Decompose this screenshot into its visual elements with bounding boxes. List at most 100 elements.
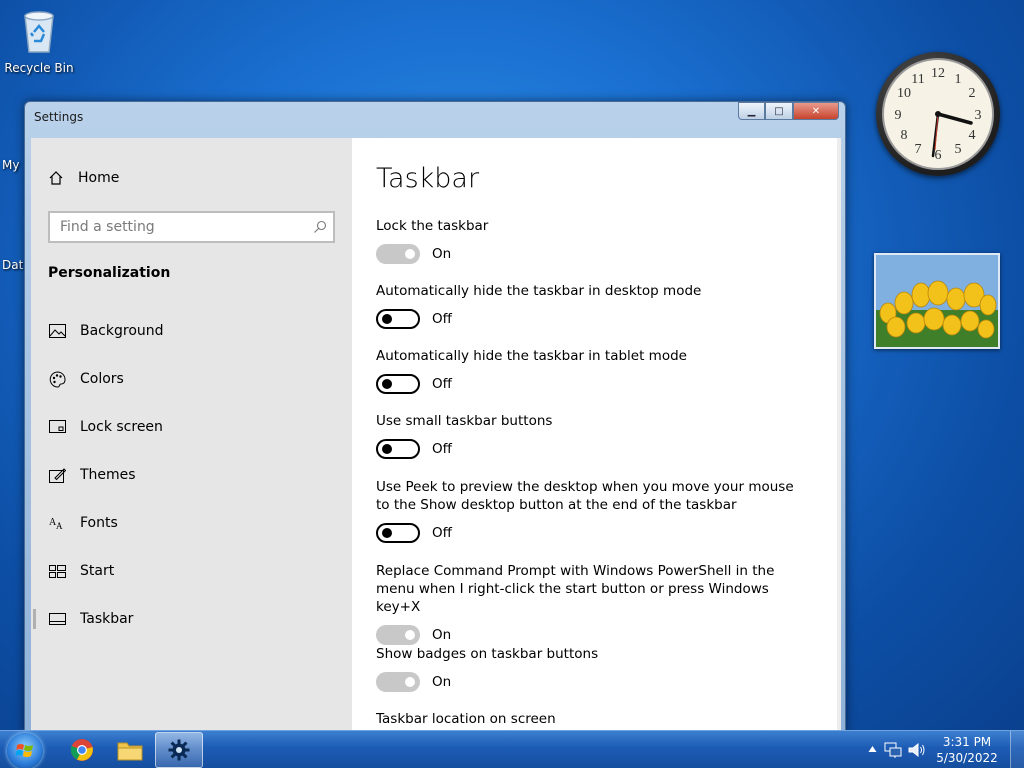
small-buttons-toggle[interactable]	[376, 439, 420, 459]
setting-powershell: Replace Command Prompt with Windows Powe…	[376, 562, 806, 645]
toggle-state: On	[432, 674, 452, 690]
powershell-toggle[interactable]	[376, 625, 420, 645]
show-hidden-icons-icon[interactable]	[868, 745, 877, 753]
palette-icon	[48, 370, 66, 388]
nav-item-label: Taskbar	[80, 611, 134, 627]
page-title: Taskbar	[376, 163, 480, 194]
setting-label: Show badges on taskbar buttons	[376, 646, 599, 662]
nav-item-label: Colors	[80, 371, 124, 387]
taskbar-chrome-button[interactable]	[58, 732, 106, 768]
fonts-icon: AA	[48, 514, 66, 532]
setting-label: Use small taskbar buttons	[376, 413, 553, 429]
setting-taskbar-location: Taskbar location on screen	[376, 710, 816, 728]
nav-item-fonts[interactable]: AA Fonts	[31, 503, 352, 543]
setting-label: Automatically hide the taskbar in tablet…	[376, 348, 687, 364]
scrollbar[interactable]	[837, 138, 841, 734]
nav-home-label: Home	[78, 170, 120, 186]
nav-item-start[interactable]: Start	[31, 551, 352, 591]
lock-screen-icon	[48, 418, 66, 436]
peek-toggle[interactable]	[376, 523, 420, 543]
network-icon[interactable]	[884, 741, 902, 759]
setting-label: Taskbar location on screen	[376, 711, 556, 727]
slideshow-gadget[interactable]	[874, 253, 1000, 349]
nav-item-label: Start	[80, 563, 115, 579]
gear-icon	[168, 739, 190, 761]
toggle-state: Off	[432, 525, 452, 541]
badges-toggle[interactable]	[376, 672, 420, 692]
clock-numeral: 5	[955, 142, 962, 157]
chrome-icon	[70, 739, 93, 761]
setting-peek: Use Peek to preview the desktop when you…	[376, 478, 806, 543]
tray-date: 5/30/2022	[936, 751, 998, 765]
window-title: Settings	[34, 110, 84, 124]
clock-display[interactable]: 3:31 PM 5/30/2022	[932, 734, 1002, 766]
show-desktop-button[interactable]	[1010, 731, 1024, 768]
close-button[interactable]: ✕	[793, 102, 839, 120]
lock-taskbar-toggle[interactable]	[376, 244, 420, 264]
themes-icon	[48, 466, 66, 484]
toggle-state: On	[432, 627, 452, 643]
nav-section-title: Personalization	[48, 265, 171, 281]
taskbar: 3:31 PM 5/30/2022	[0, 730, 1024, 768]
setting-label: Use Peek to preview the desktop when you…	[376, 479, 794, 513]
minimize-button[interactable]: ▁	[738, 102, 765, 120]
recycle-bin-icon	[2, 8, 76, 57]
clock-numeral: 9	[895, 108, 902, 123]
clock-numeral: 7	[915, 142, 922, 157]
nav-item-taskbar[interactable]: Taskbar	[31, 599, 352, 639]
autohide-tablet-toggle[interactable]	[376, 374, 420, 394]
nav-item-label: Fonts	[80, 515, 118, 531]
folder-icon	[117, 742, 143, 761]
maximize-button[interactable]: □	[765, 102, 793, 120]
toggle-state: Off	[432, 311, 452, 327]
clock-gadget[interactable]: 12 1 2 3 4 5 6 7 8 9 10 11	[876, 52, 1000, 176]
recycle-bin-label: Recycle Bin	[4, 61, 74, 75]
clock-numeral: 6	[935, 148, 942, 163]
recycle-bin-desktop-icon[interactable]: Recycle Bin	[2, 8, 76, 75]
nav-home[interactable]: Home	[48, 170, 119, 186]
clock-numeral: 4	[969, 128, 976, 143]
tray-time: 3:31 PM	[942, 735, 992, 749]
setting-label: Replace Command Prompt with Windows Powe…	[376, 563, 775, 615]
setting-badges: Show badges on taskbar buttons On	[376, 645, 816, 692]
clock-numeral: 1	[955, 72, 962, 87]
toggle-state: Off	[432, 376, 452, 392]
clock-numeral: 10	[897, 86, 911, 101]
search-box[interactable]	[48, 211, 335, 243]
autohide-desktop-toggle[interactable]	[376, 309, 420, 329]
setting-label: Automatically hide the taskbar in deskto…	[376, 283, 702, 299]
desktop-partial-label-my[interactable]: My	[2, 158, 19, 172]
system-tray: 3:31 PM 5/30/2022	[864, 731, 1024, 768]
tulips-photo-icon	[876, 255, 998, 347]
settings-nav-pane: Home Personalization Background	[31, 138, 352, 734]
windows-logo-icon	[15, 744, 33, 757]
nav-item-background[interactable]: Background	[31, 311, 352, 351]
toggle-state: Off	[432, 441, 452, 457]
search-icon	[314, 220, 327, 233]
setting-autohide-desktop: Automatically hide the taskbar in deskto…	[376, 282, 816, 329]
volume-icon[interactable]	[908, 741, 926, 759]
taskbar-explorer-button[interactable]	[106, 732, 154, 768]
toggle-state: On	[432, 246, 452, 262]
taskbar-settings-button[interactable]	[155, 732, 203, 768]
nav-item-lock-screen[interactable]: Lock screen	[31, 407, 352, 447]
nav-item-themes[interactable]: Themes	[31, 455, 352, 495]
setting-small-buttons: Use small taskbar buttons Off	[376, 412, 816, 459]
settings-client-area: Home Personalization Background	[31, 138, 841, 734]
desktop-partial-label-dat[interactable]: Dat	[2, 258, 23, 272]
clock-numeral: 2	[969, 86, 976, 101]
clock-face-icon: 12 1 2 3 4 5 6 7 8 9 10 11	[882, 58, 994, 170]
home-icon	[49, 171, 63, 185]
settings-window[interactable]: Settings ▁ □ ✕ Home Personalization	[24, 101, 846, 734]
taskbar-icon	[48, 610, 66, 628]
svg-text:A: A	[56, 521, 63, 530]
clock-numeral: 3	[975, 108, 982, 123]
settings-main-pane: Taskbar Lock the taskbar On Automaticall…	[352, 138, 841, 734]
clock-numeral: 11	[911, 72, 924, 87]
start-button[interactable]	[7, 733, 43, 768]
clock-numeral: 8	[901, 128, 908, 143]
nav-item-colors[interactable]: Colors	[31, 359, 352, 399]
search-input[interactable]	[50, 213, 300, 241]
window-controls: ▁ □ ✕	[738, 102, 839, 120]
clock-numeral: 12	[931, 66, 945, 81]
